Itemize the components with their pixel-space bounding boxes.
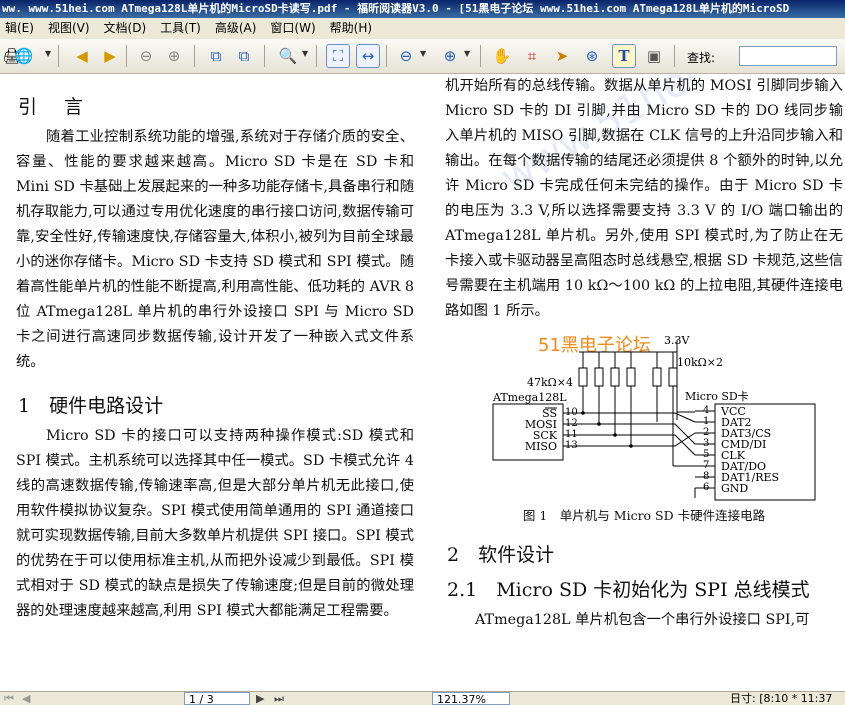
next-page-button[interactable]: ▶: [256, 692, 264, 705]
junction-dot: [597, 422, 601, 426]
circuit-diagram: 51黑电子论坛 3.3V 10kΩ×2 47kΩ×4 ATmega128L Mi…: [492, 334, 816, 501]
card-pin-group: VCC4DAT21DAT3/CS2CMD/DI3CLK5DAT/DO7DAT1/…: [695, 405, 779, 495]
last-page-button[interactable]: ⏭: [274, 692, 284, 705]
toolbar-separator: [126, 45, 127, 67]
zoom-level-box[interactable]: 121.37%: [432, 692, 510, 705]
toolbar-separator: [674, 45, 675, 67]
figure-caption: 图 1 单片机与 Micro SD 卡硬件连接电路: [522, 508, 766, 523]
resistor: [594, 367, 604, 387]
paragraph: 机开始所有的总线传输。数据从单片机的 MOSI 引脚同步输入 Micro SD …: [445, 78, 843, 319]
resistor-label-right: 10kΩ×2: [677, 356, 723, 369]
previous-page-button[interactable]: ◀: [22, 692, 30, 705]
pdf-page: www.51hei 引 言随着工业控制系统功能的增强,系统对于存储介质的安全、容…: [0, 74, 845, 691]
continuous-page-icon[interactable]: ⧉: [232, 44, 256, 68]
mcu-label: ATmega128L: [492, 391, 567, 404]
binoculars-icon[interactable]: ⊛: [580, 44, 604, 68]
paragraph: ATmega128L 单片机包含一个串行外设接口 SPI,可: [475, 612, 810, 628]
pdf-reader-window: ww. www.51hei.com ATmega128L单片机的MicroSD卡…: [0, 0, 845, 705]
paragraph: 随着工业控制系统功能的增强,系统对于存储介质的安全、容量、性能的要求越来越高。M…: [16, 129, 414, 370]
menu-item[interactable]: 辑(E): [0, 18, 39, 39]
card-pin-label: GND: [721, 482, 748, 495]
section-heading: 1 硬件电路设计: [18, 395, 164, 417]
zoom-icon[interactable]: 🔍: [276, 44, 300, 68]
signal-wire: [563, 423, 696, 445]
resistor-group: [578, 352, 678, 387]
hand-tool-icon[interactable]: ✋: [490, 44, 514, 68]
wire-group: [563, 386, 696, 498]
text-select-icon[interactable]: T: [612, 44, 636, 68]
chevron-down-icon[interactable]: ▼: [420, 49, 428, 58]
menu-item[interactable]: 视图(V): [43, 18, 95, 39]
toolbar-separator: [316, 45, 317, 67]
image-select-icon[interactable]: ▣: [642, 44, 666, 68]
junction-dot: [581, 411, 585, 415]
window-title: ww. www.51hei.com ATmega128L单片机的MicroSD卡…: [2, 2, 790, 15]
resistor: [652, 367, 662, 387]
chevron-down-icon[interactable]: ▼: [464, 49, 472, 58]
resistor: [610, 367, 620, 387]
toolbar: 🖨 🌐 ▼ ◀ ▶ ⊖ ⊕ ⧉ ⧉ 🔍 ▼ ⛶ ↔ ⊖ ▼ ⊕ ▼ ✋ ⌗ ➤ …: [0, 39, 845, 74]
chevron-down-icon[interactable]: ▼: [45, 49, 53, 58]
resistor: [668, 367, 678, 387]
zoom-out-icon[interactable]: ⊖: [394, 44, 418, 68]
next-page-icon[interactable]: ▶: [98, 44, 122, 68]
forward-icon[interactable]: ⊕: [162, 44, 186, 68]
toolbar-separator: [480, 45, 481, 67]
fit-page-icon[interactable]: ⛶: [326, 44, 350, 68]
toolbar-separator: [264, 45, 265, 67]
title-bar: ww. www.51hei.com ATmega128L单片机的MicroSD卡…: [0, 0, 845, 18]
globe-icon[interactable]: 🌐: [12, 44, 36, 68]
card-label: Micro SD卡: [685, 390, 749, 403]
menu-item[interactable]: 高级(A): [210, 18, 262, 39]
toolbar-separator: [386, 45, 387, 67]
zoom-in-icon[interactable]: ⊕: [438, 44, 462, 68]
status-time: 日寸: [8:10 * 11:37: [730, 692, 833, 705]
page-number-box[interactable]: 1 / 3: [184, 692, 250, 705]
single-page-icon[interactable]: ⧉: [204, 44, 228, 68]
resistor-label-left: 47kΩ×4: [527, 376, 573, 389]
snapshot-icon[interactable]: ⌗: [520, 44, 544, 68]
chevron-down-icon[interactable]: ▼: [302, 49, 310, 58]
signal-wire: [563, 434, 696, 456]
menu-item[interactable]: 窗口(W): [265, 18, 320, 39]
status-bar: ⏮ ◀ 1 / 3 ▶ ⏭ 121.37% 日寸: [8:10 * 11:37: [0, 691, 845, 705]
find-input[interactable]: [739, 46, 837, 66]
menu-item[interactable]: 工具(T): [155, 18, 206, 39]
back-icon[interactable]: ⊖: [134, 44, 158, 68]
left-column: 引 言随着工业控制系统功能的增强,系统对于存储介质的安全、容量、性能的要求越来越…: [16, 74, 414, 624]
heading-software: 2 软件设计: [447, 544, 555, 566]
first-page-icon[interactable]: ◀: [70, 44, 94, 68]
junction-dot: [613, 433, 617, 437]
junction-dot: [629, 444, 633, 448]
menu-item[interactable]: 文档(D): [99, 18, 152, 39]
select-arrow-icon[interactable]: ➤: [550, 44, 574, 68]
forum-stamp: 51黑电子论坛: [538, 335, 651, 356]
fit-width-icon[interactable]: ↔: [356, 44, 380, 68]
mcu-pin-label: MISO: [525, 440, 557, 453]
resistor: [578, 367, 588, 387]
resistor: [626, 367, 636, 387]
find-label: 查找:: [687, 51, 716, 65]
menu-item[interactable]: 帮助(H): [325, 18, 377, 39]
section-heading: 引 言: [18, 96, 88, 118]
right-column: 机开始所有的总线传输。数据从单片机的 MOSI 引脚同步输入 Micro SD …: [445, 74, 843, 633]
paragraph: Micro SD 卡的接口可以支持两种操作模式:SD 模式和 SPI 模式。主机…: [16, 428, 414, 619]
heading-init: 2.1 Micro SD 卡初始化为 SPI 总线模式: [447, 579, 810, 601]
toolbar-separator: [194, 45, 195, 67]
menu-bar: 辑(E) 视图(V) 文档(D) 工具(T) 高级(A) 窗口(W) 帮助(H): [0, 18, 845, 39]
circuit-figure: 51黑电子论坛 3.3V 10kΩ×2 47kΩ×4 ATmega128L Mi…: [445, 328, 843, 503]
first-page-button[interactable]: ⏮: [4, 692, 14, 705]
toolbar-separator: [58, 45, 59, 67]
